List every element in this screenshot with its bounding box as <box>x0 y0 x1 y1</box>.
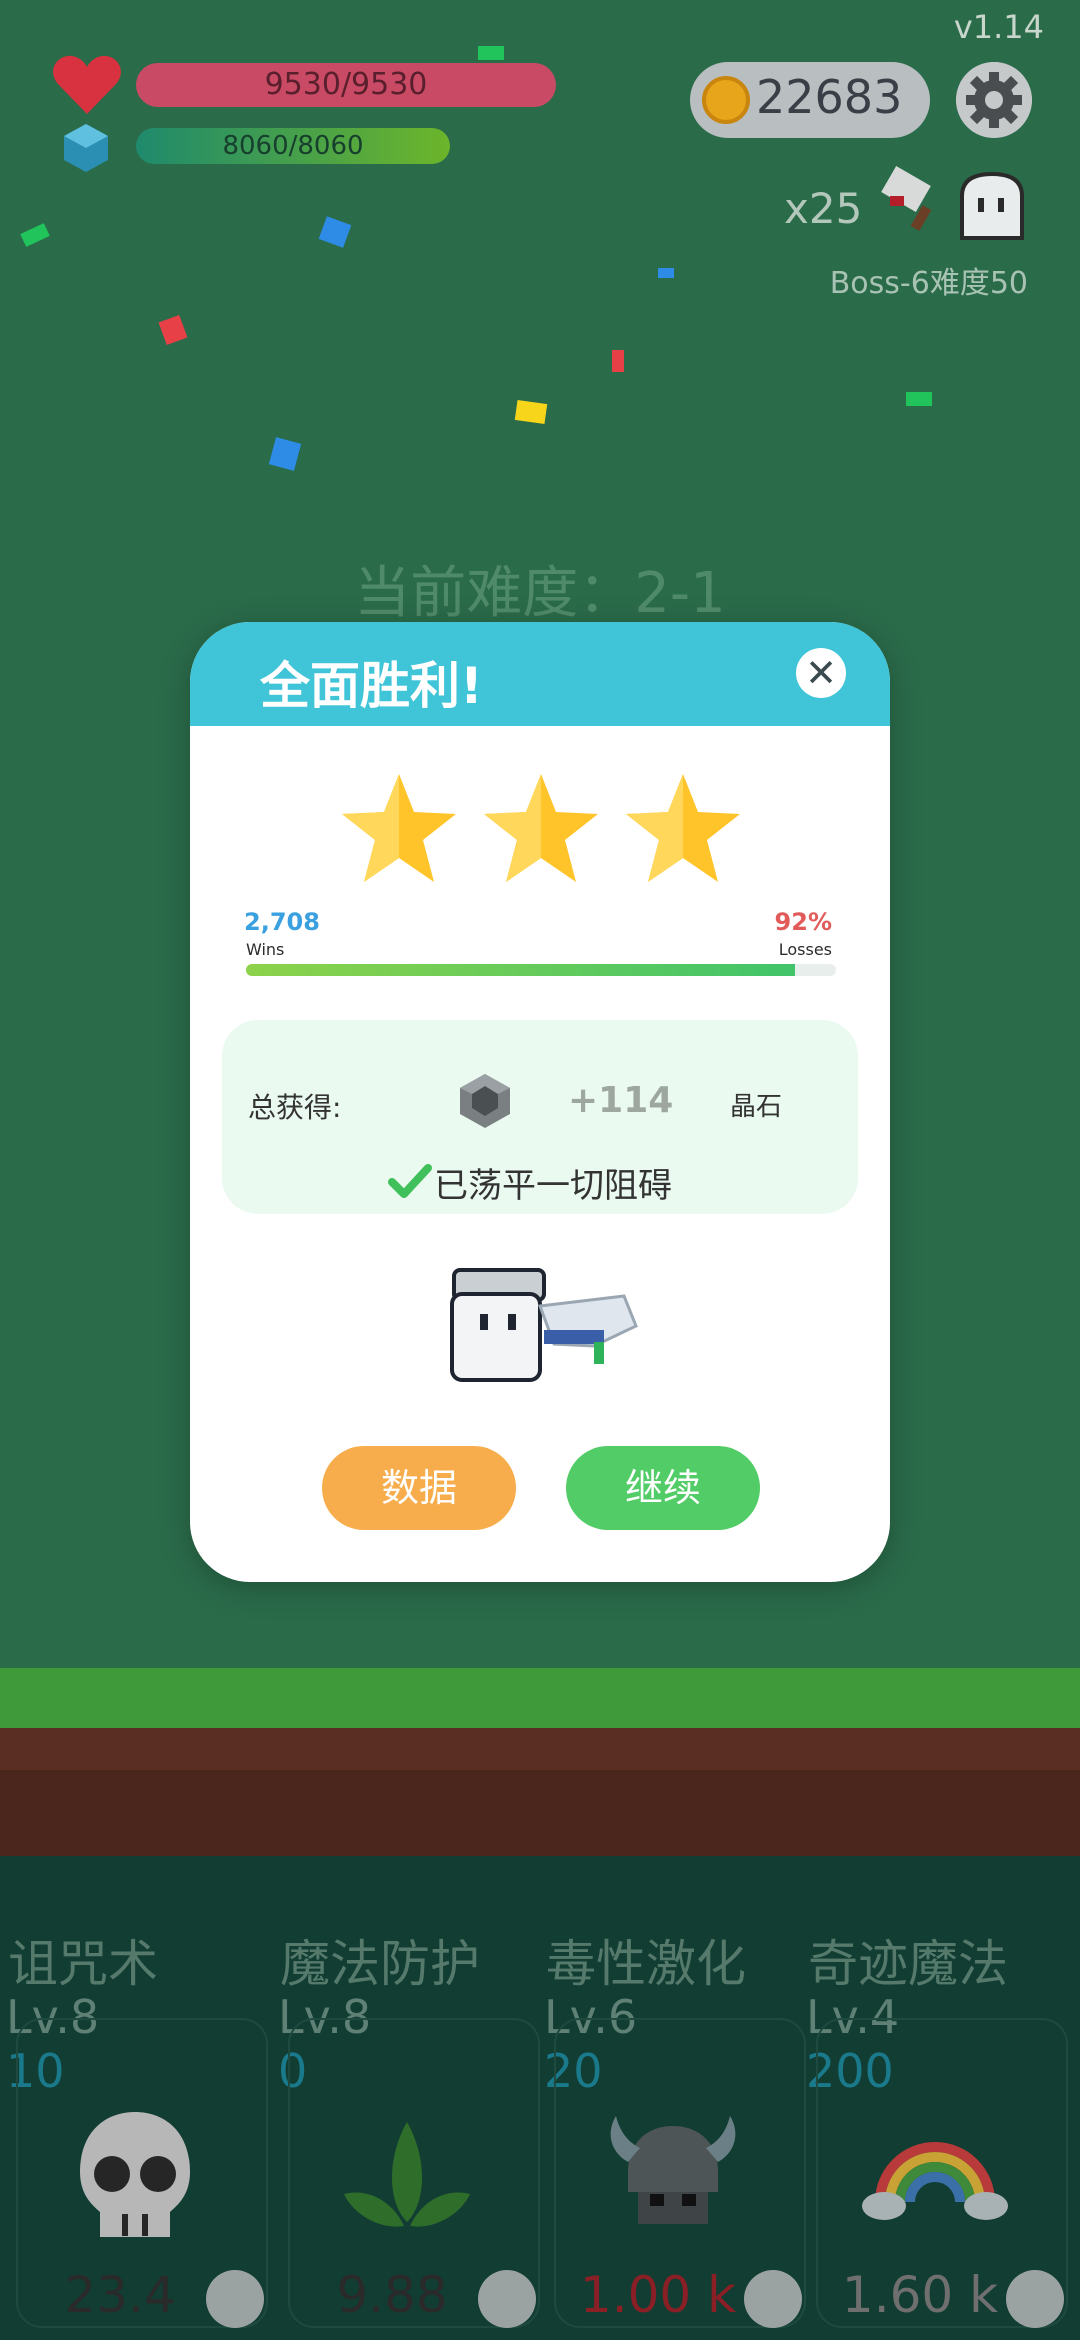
confetti <box>158 314 188 346</box>
skill-panel: 诅咒术 Lv.8 10 23.4 魔法防护 Lv.8 0 9.88 毒性激化 L… <box>0 1856 1080 2340</box>
dialog-title: 全面胜利! <box>260 657 483 715</box>
skill-upgrade-icon[interactable] <box>478 2270 536 2328</box>
cleaver-icon <box>881 166 932 231</box>
heart-icon <box>53 55 121 114</box>
ground-grass <box>0 1668 1080 1728</box>
mana-gem-icon <box>64 124 108 172</box>
rainbow-icon <box>862 2142 1008 2220</box>
wins-value: 2,708 <box>244 908 320 936</box>
skill-slot[interactable]: 奇迹魔法 Lv.4 200 1.60 k <box>800 1856 1068 2340</box>
star-icon <box>626 774 740 882</box>
confetti <box>268 437 302 471</box>
cleared-text: 已荡平一切阻碍 <box>434 1166 672 1206</box>
settings-gear-icon[interactable] <box>956 62 1032 138</box>
skill-value: 9.88 <box>336 2266 448 2324</box>
confetti <box>658 268 674 278</box>
coin-icon <box>702 76 750 124</box>
confetti <box>612 350 624 372</box>
ground-dark <box>0 1770 1080 1860</box>
win-progress-fill <box>246 964 795 976</box>
reward-box: 总获得: +114 晶石 已荡平一切阻碍 <box>222 1020 858 1214</box>
skill-upgrade-icon[interactable] <box>744 2270 802 2328</box>
star-icon <box>484 774 598 882</box>
current-difficulty: 当前难度：2-1 <box>354 561 726 626</box>
skill-slot[interactable]: 魔法防护 Lv.8 0 9.88 <box>272 1856 540 2340</box>
reward-unit: 晶石 <box>730 1092 783 1122</box>
close-button[interactable]: ✕ <box>796 648 846 698</box>
mp-bar: 8060/8060 <box>136 128 450 164</box>
losses-value: 92% <box>774 908 832 936</box>
close-icon: ✕ <box>805 651 837 695</box>
version-label: v1.14 <box>953 8 1044 46</box>
skill-slot[interactable]: 诅咒术 Lv.8 10 23.4 <box>0 1856 268 2340</box>
confetti <box>514 400 548 424</box>
skill-name: 魔法防护 <box>280 1935 480 1993</box>
skill-name: 奇迹魔法 <box>808 1935 1008 1993</box>
checkmark-icon <box>388 1164 432 1198</box>
confetti <box>478 46 504 60</box>
hero-character-icon <box>450 1268 638 1382</box>
boss-multiplier: x25 <box>784 184 863 233</box>
coin-counter: 22683 <box>690 62 930 138</box>
crystal-gem-icon <box>460 1074 510 1128</box>
coin-value: 22683 <box>756 70 903 124</box>
skill-name: 毒性激化 <box>546 1935 746 1993</box>
boss-ghost-icon <box>960 172 1024 240</box>
wins-label: Wins <box>246 940 285 959</box>
skill-value: 23.4 <box>64 2266 176 2324</box>
hp-bar: 9530/9530 <box>136 63 556 107</box>
boss-difficulty-label: Boss-6难度50 <box>829 266 1028 301</box>
data-button[interactable]: 数据 <box>322 1446 516 1530</box>
skill-name: 诅咒术 <box>8 1935 158 1993</box>
skill-value: 1.60 k <box>841 2266 999 2324</box>
viking-helmet-icon <box>610 2116 736 2224</box>
victory-dialog: 全面胜利! ✕ 2,708 Wins 92% Losses 总获得: +114 … <box>190 622 890 1582</box>
skull-icon <box>80 2112 190 2237</box>
skill-slot[interactable]: 毒性激化 Lv.6 20 1.00 k <box>538 1856 806 2340</box>
win-progress-bar <box>246 964 836 976</box>
leaf-icon <box>344 2122 470 2227</box>
skill-upgrade-icon[interactable] <box>1006 2270 1064 2328</box>
skill-upgrade-icon[interactable] <box>206 2270 264 2328</box>
continue-button[interactable]: 继续 <box>566 1446 760 1530</box>
reward-amount: +114 <box>568 1080 674 1121</box>
confetti <box>906 392 932 406</box>
star-icon <box>342 774 456 882</box>
confetti <box>318 216 352 248</box>
skill-value: 1.00 k <box>579 2266 737 2324</box>
reward-label: 总获得: <box>248 1091 342 1124</box>
losses-label: Losses <box>778 940 832 959</box>
dialog-header: 全面胜利! ✕ <box>190 622 890 726</box>
confetti <box>20 223 50 247</box>
